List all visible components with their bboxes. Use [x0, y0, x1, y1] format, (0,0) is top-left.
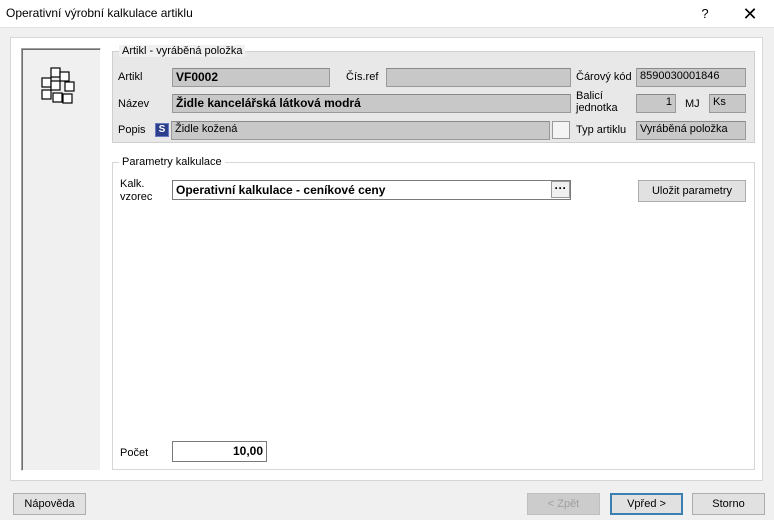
kalk-vzorec-field[interactable]: Operativní kalkulace - ceníkové ceny [172, 180, 571, 200]
popis-field[interactable]: Židle kožená [171, 121, 550, 140]
vzorec-label-line1: Kalk. [120, 178, 145, 190]
vzorec-label-line2: vzorec [120, 191, 153, 203]
next-button[interactable]: Vpřed > [610, 493, 683, 515]
ellipsis-button[interactable]: ··· [551, 181, 570, 198]
cisref-label: Čís.ref [346, 71, 379, 83]
popis-label: Popis [118, 124, 146, 136]
balici-jednotka-label: Balicí jednotka [576, 90, 618, 114]
close-icon[interactable]: ✕ [732, 0, 768, 28]
text-style-icon[interactable]: S [155, 123, 169, 137]
help-button[interactable]: Nápověda [13, 493, 86, 515]
stacked-blocks-icon [41, 67, 75, 104]
typ-artiklu-label: Typ artiklu [576, 124, 627, 136]
carovy-kod-field[interactable]: 8590030001846 [636, 68, 746, 87]
icon-panel [21, 48, 101, 471]
typ-artiklu-field[interactable]: Vyráběná položka [636, 121, 746, 140]
save-parameters-button[interactable]: Uložit parametry [638, 180, 746, 202]
kalk-vzorec-label: Kalk. vzorec [120, 178, 152, 204]
title-bar: Operativní výrobní kalkulace artiklu ? ✕ [0, 0, 774, 28]
params-group [112, 162, 755, 470]
window-title: Operativní výrobní kalkulace artiklu [6, 6, 193, 20]
nazev-label: Název [118, 98, 150, 110]
mj-label: MJ [685, 98, 700, 110]
pocet-label: Počet [120, 447, 149, 459]
balici-label-line1: Balicí [576, 90, 603, 102]
carovy-kod-label: Čárový kód [576, 71, 632, 83]
cancel-button[interactable]: Storno [692, 493, 765, 515]
params-group-legend: Parametry kalkulace [119, 156, 225, 168]
artikl-label: Artikl [118, 71, 143, 83]
balici-label-line2: jednotka [576, 102, 618, 114]
mj-field[interactable]: Ks [709, 94, 746, 113]
artikl-field[interactable]: VF0002 [172, 68, 330, 87]
cisref-field[interactable] [386, 68, 571, 87]
popis-checkbox[interactable] [552, 121, 570, 139]
back-button[interactable]: < Zpět [527, 493, 600, 515]
help-title-button[interactable]: ? [690, 0, 720, 28]
nazev-field[interactable]: Židle kancelářská látková modrá [172, 94, 571, 113]
balici-jednotka-field[interactable]: 1 [636, 94, 676, 113]
artikl-group-legend: Artikl - vyráběná položka [119, 45, 246, 57]
pocet-field[interactable]: 10,00 [172, 441, 267, 462]
